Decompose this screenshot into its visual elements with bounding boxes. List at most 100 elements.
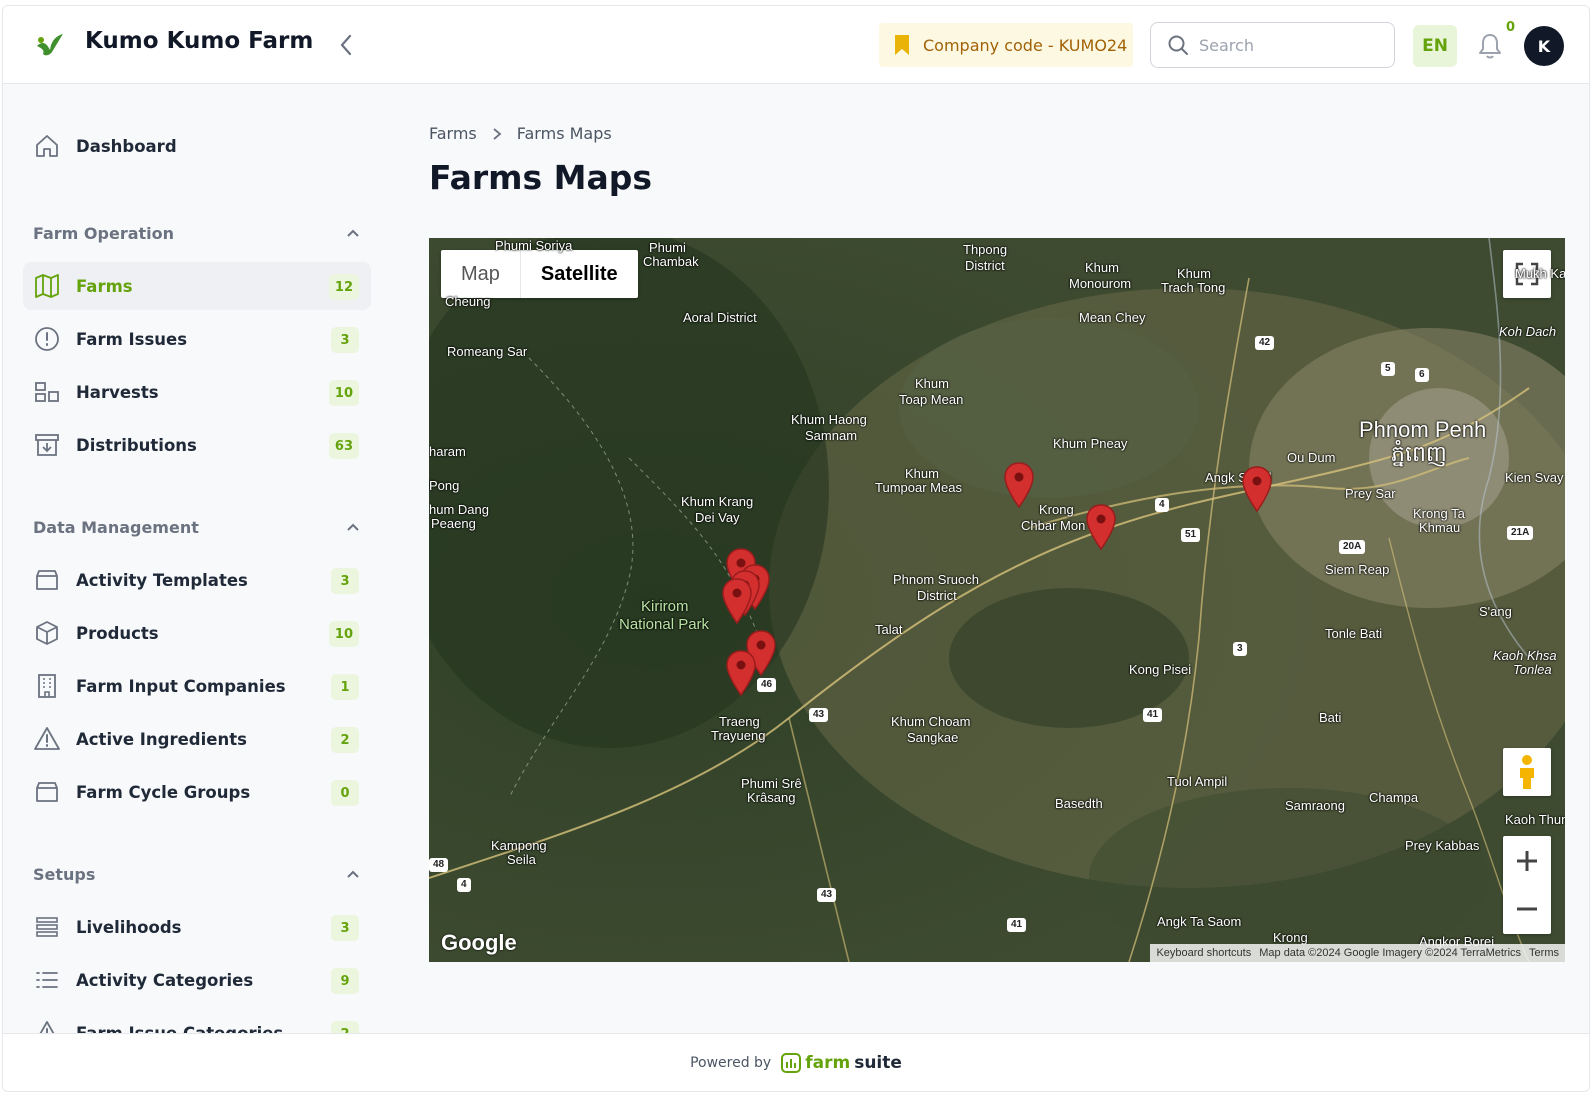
archive-icon (33, 431, 61, 459)
home-icon (33, 132, 61, 160)
farm-marker-pin[interactable] (1003, 462, 1035, 508)
sidebar-item-label: Farm Cycle Groups (76, 782, 251, 802)
search-box[interactable] (1150, 22, 1395, 68)
sidebar-item-livelihoods[interactable]: Livelihoods 3 (23, 903, 371, 951)
street-view-pegman-button[interactable] (1503, 748, 1551, 796)
farm-marker-pin[interactable] (725, 650, 757, 696)
map-label: Krong Ta (1413, 506, 1465, 521)
sidebar-item-active-ingredients[interactable]: Active Ingredients 2 (23, 715, 371, 763)
map-label: Mukh Kamp (1515, 266, 1565, 281)
zoom-out-icon[interactable] (1503, 885, 1551, 933)
sidebar-item-harvests[interactable]: Harvests 10 (23, 368, 371, 416)
search-input[interactable] (1199, 35, 1369, 55)
sidebar-item-dashboard[interactable]: Dashboard (23, 122, 371, 170)
map-label: Toap Mean (899, 392, 964, 407)
map-label-national-park: National Park (619, 616, 710, 633)
sidebar-item-farms[interactable]: Farms 12 (23, 262, 371, 310)
map-label: Ou Dum (1287, 450, 1336, 465)
breadcrumb-farms-link[interactable]: Farms (429, 124, 477, 143)
count-badge: 10 (328, 380, 359, 406)
map-label: Khum (905, 466, 939, 481)
count-badge: 3 (331, 327, 359, 353)
count-badge: 9 (331, 968, 359, 994)
brand-suite: suite (854, 1052, 902, 1073)
map-label: hum Dang (429, 502, 489, 517)
map-label: Siem Reap (1325, 562, 1390, 577)
map-label: Kaoh Khsa (1493, 648, 1557, 663)
count-badge: 1 (331, 674, 359, 700)
map-label: Trayueng (711, 728, 766, 743)
sidebar-item-farm-input-companies[interactable]: Farm Input Companies 1 (23, 662, 371, 710)
map-label: Koh Dach (1499, 324, 1557, 339)
section-farm-operation[interactable]: Farm Operation (33, 221, 361, 245)
section-data-management[interactable]: Data Management (33, 515, 361, 539)
count-badge: 63 (328, 433, 359, 459)
package-icon (33, 619, 61, 647)
map-label: Pong (429, 478, 460, 493)
farm-marker-pin[interactable] (1085, 504, 1117, 550)
map-label: Phumi Soriya (495, 238, 573, 253)
company-code-badge: Company code - KUMO24 (879, 23, 1133, 67)
language-switch-button[interactable]: EN (1413, 25, 1457, 67)
count-badge: 2 (331, 1021, 359, 1033)
keyboard-shortcuts-link[interactable]: Keyboard shortcuts (1156, 947, 1251, 959)
farm-marker-pin[interactable] (1241, 466, 1273, 512)
map-label: Khmau (1419, 520, 1461, 535)
sidebar-item-label: Harvests (76, 382, 159, 402)
sidebar-item-farm-cycle-groups[interactable]: Farm Cycle Groups 0 (23, 768, 371, 816)
map-label: Khum (1177, 266, 1211, 281)
sidebar-item-label: Activity Templates (76, 570, 248, 590)
user-avatar[interactable]: K (1524, 26, 1564, 66)
zoom-in-icon[interactable] (1503, 837, 1551, 885)
pegman-icon (1520, 755, 1534, 789)
map-label: Phnom Sruoch (893, 572, 979, 587)
map-label: Seila (507, 852, 536, 867)
map-label: Khum Pneay (1053, 436, 1128, 451)
map-label: District (965, 258, 1005, 273)
sidebar-item-farm-issue-categories[interactable]: Farm Issue Categories 2 (23, 1009, 371, 1033)
map-label: Tonle Bati (1325, 626, 1383, 641)
sidebar-item-farm-issues[interactable]: Farm Issues 3 (23, 315, 371, 363)
map-label: Traeng (719, 714, 760, 729)
bell-icon[interactable] (1476, 32, 1504, 60)
section-setups[interactable]: Setups (33, 862, 361, 886)
count-badge: 0 (331, 780, 359, 806)
sidebar-item-label: Farms (76, 276, 133, 296)
breadcrumb-current: Farms Maps (516, 124, 612, 143)
route-shield: 3 (1233, 642, 1247, 656)
breadcrumb: Farms Farms Maps (429, 124, 612, 143)
app-title: Kumo Kumo Farm (85, 28, 314, 54)
sidebar-item-products[interactable]: Products 10 (23, 609, 371, 657)
map-label: Kien Svay (1505, 470, 1564, 485)
map-type-satellite-button[interactable]: Satellite (521, 250, 638, 298)
map-label-kirirom: Kirirom (641, 598, 689, 615)
sidebar-item-label: Activity Categories (76, 970, 254, 990)
terms-link[interactable]: Terms (1529, 947, 1559, 959)
map-type-map-button[interactable]: Map (441, 250, 521, 298)
google-logo: Google (441, 930, 517, 955)
map-label: Tuol Ampil (1167, 774, 1228, 789)
map-icon (33, 272, 61, 300)
sidebar-item-label: Active Ingredients (76, 729, 247, 749)
footer: Powered by farm suite (3, 1033, 1589, 1091)
map-label: Khum Haong (791, 412, 867, 427)
app-window: Kumo Kumo Farm Company code - KUMO24 EN … (2, 5, 1590, 1092)
map-label: Champa (1369, 790, 1419, 805)
count-badge: 10 (328, 621, 359, 647)
map-label: Samnam (805, 428, 858, 443)
sidebar-item-activity-templates[interactable]: Activity Templates 3 (23, 556, 371, 604)
map-label: Cheung (445, 294, 491, 309)
sidebar-item-activity-categories[interactable]: Activity Categories 9 (23, 956, 371, 1004)
farmsuite-brand[interactable]: farm suite (781, 1052, 902, 1073)
sidebar-item-distributions[interactable]: Distributions 63 (23, 421, 371, 469)
warning-icon (33, 1019, 61, 1033)
search-icon (1168, 35, 1188, 55)
farm-marker-pin[interactable] (721, 578, 753, 624)
farms-map[interactable]: Map Satellite Phumi Soriya Phumi Chambak… (429, 238, 1565, 962)
chevron-up-icon (347, 229, 359, 237)
collapse-sidebar-chevron-icon[interactable] (333, 30, 359, 60)
page-title: Farms Maps (429, 158, 653, 197)
route-shield: 42 (1255, 336, 1275, 350)
map-label: Bati (1319, 710, 1342, 725)
chevron-right-icon (493, 127, 502, 140)
